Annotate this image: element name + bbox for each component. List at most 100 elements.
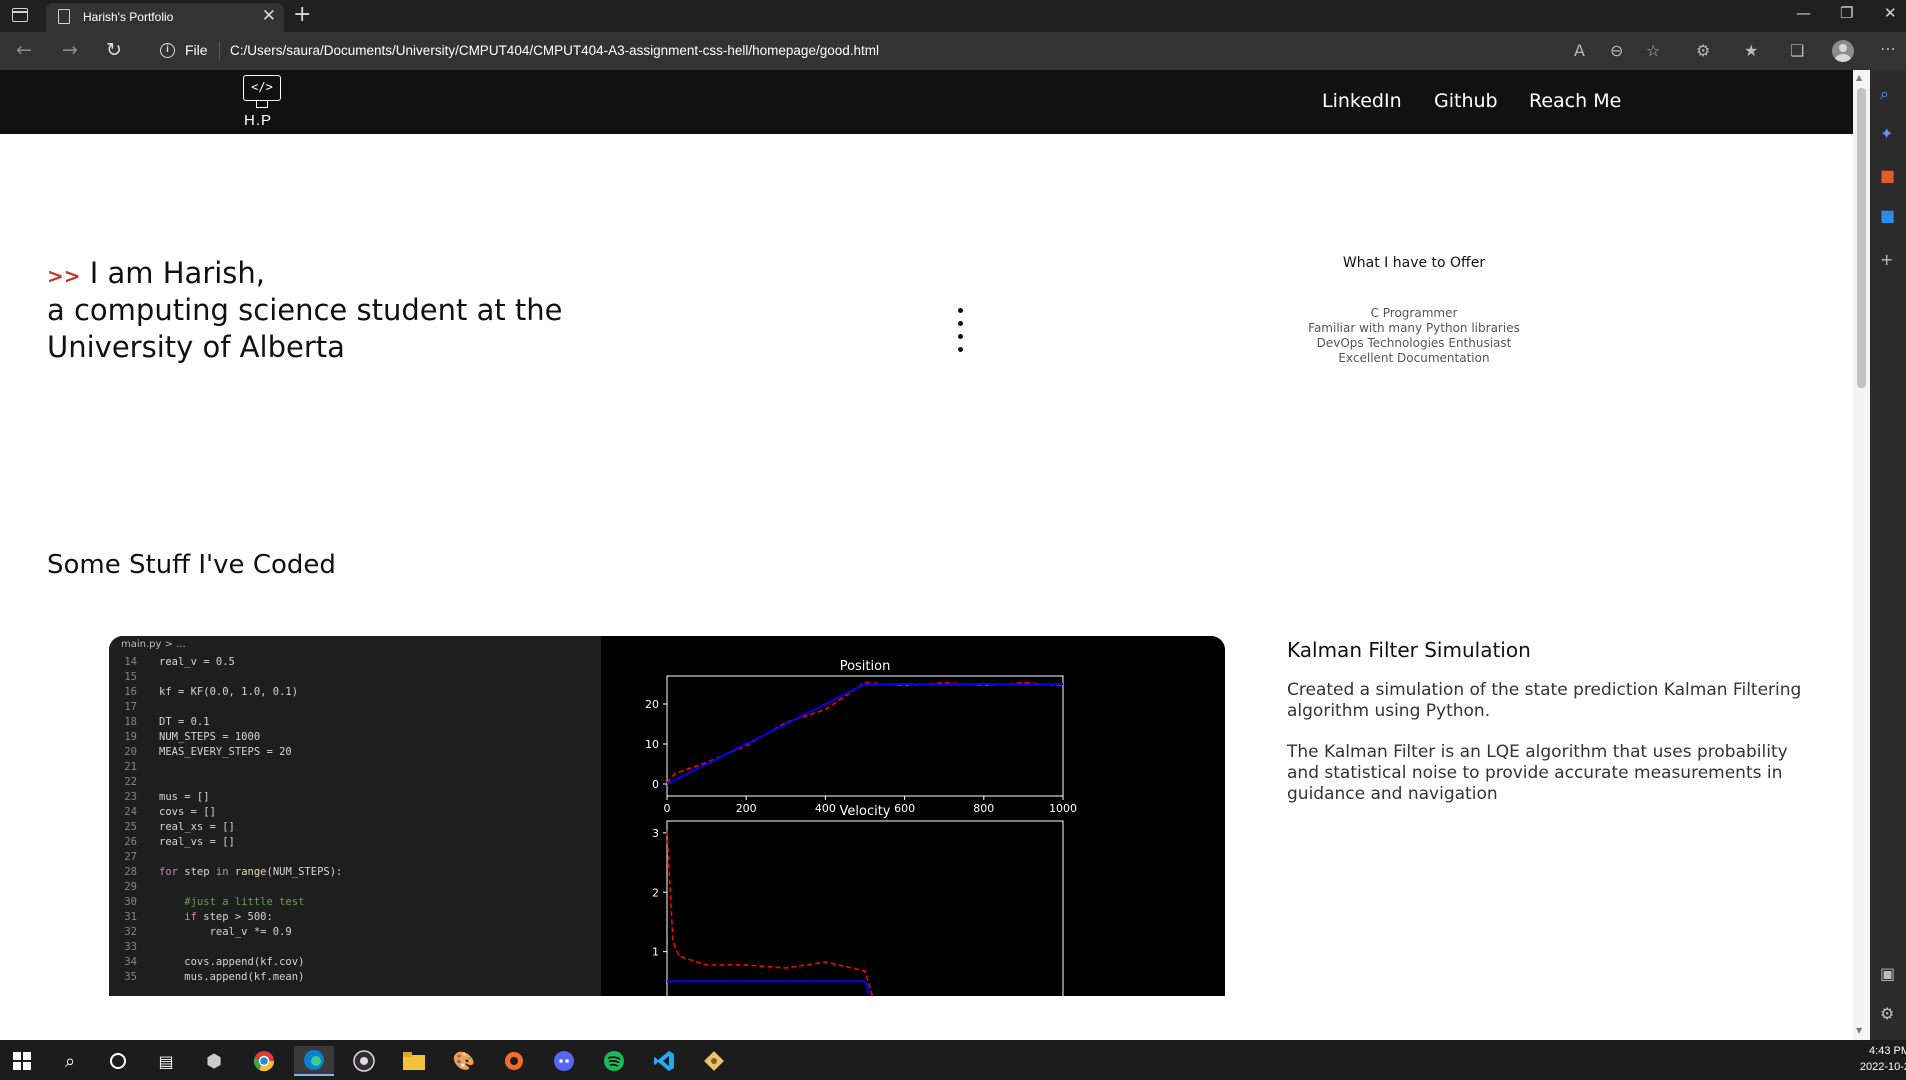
x-tick-label: 600: [894, 802, 915, 815]
code-line: 25 real_xs = []: [124, 821, 235, 833]
minimize-icon[interactable]: —: [1796, 4, 1811, 22]
code-file-tab: main.py > ...: [109, 636, 601, 654]
windows-taskbar: ⌕ ▤ ⬢ 🎨 4:43 PM 2022-10-2: [0, 1040, 1906, 1080]
page-scrollbar[interactable]: ▲ ▼: [1853, 70, 1870, 1040]
forward-icon[interactable]: →: [62, 39, 78, 61]
vertical-dots-divider: [958, 308, 964, 360]
series-line: [666, 681, 1064, 784]
code-line: 29: [124, 881, 137, 893]
y-tick-label: 2: [652, 886, 659, 899]
extensions-icon[interactable]: ⚙: [1696, 41, 1710, 60]
code-line: 26 real_vs = []: [124, 836, 235, 848]
back-icon[interactable]: ←: [16, 39, 32, 61]
outlook-icon[interactable]: ■: [1880, 208, 1895, 224]
paint-icon[interactable]: 🎨: [444, 1046, 484, 1076]
unity-hub-icon[interactable]: ⬢: [194, 1046, 234, 1076]
origin-icon[interactable]: [494, 1046, 534, 1076]
add-sidebar-app-icon[interactable]: +: [1880, 252, 1893, 268]
x-tick-label: 200: [736, 802, 757, 815]
scroll-thumb[interactable]: [1857, 88, 1866, 388]
collections-icon[interactable]: ❏: [1790, 41, 1804, 60]
address-bar: ← → ↻ i File C:/Users/saura/Documents/Un…: [0, 32, 1906, 70]
git-icon[interactable]: [694, 1046, 734, 1076]
read-aloud-icon[interactable]: A: [1574, 41, 1585, 60]
taskbar-clock[interactable]: 4:43 PM 2022-10-2: [1854, 1043, 1906, 1075]
code-line: 18 DT = 0.1: [124, 716, 210, 728]
new-tab-icon[interactable]: +: [293, 1, 311, 29]
file-label[interactable]: File: [185, 42, 208, 58]
x-tick-label: 0: [664, 802, 671, 815]
restore-icon[interactable]: ❐: [1840, 4, 1853, 22]
spotify-icon[interactable]: [594, 1046, 634, 1076]
office-icon[interactable]: ■: [1880, 168, 1895, 184]
clock-time: 4:43 PM: [1869, 1045, 1906, 1057]
profile-avatar[interactable]: [1832, 40, 1854, 62]
scroll-down-icon[interactable]: ▼: [1856, 1026, 1862, 1035]
dot: [958, 321, 963, 326]
file-explorer-icon[interactable]: [394, 1046, 434, 1076]
more-menu-icon[interactable]: ⋯: [1880, 39, 1896, 58]
offer-title: What I have to Offer: [1342, 255, 1486, 271]
refresh-icon[interactable]: ↻: [106, 39, 122, 61]
page-viewport: </> H.P LinkedIn Github Reach Me >> I am…: [0, 70, 1853, 1040]
code-line: 27: [124, 851, 137, 863]
clock-date: 2022-10-2: [1859, 1061, 1906, 1073]
offer-item: DevOps Technologies Enthusiast: [1316, 336, 1512, 350]
hero-line-1: >> I am Harish,: [47, 255, 265, 295]
y-tick-label: 0: [652, 778, 659, 791]
search-icon[interactable]: ⌕: [1880, 86, 1889, 102]
zoom-icon[interactable]: ⊖: [1610, 41, 1623, 60]
hero-greeting: I am Harish,: [89, 256, 266, 290]
sidebar-toggle-icon[interactable]: ▣: [1880, 966, 1895, 982]
windows-start-icon[interactable]: [2, 1046, 42, 1076]
plot-pane: Position0102002004006008001000Velocity01…: [601, 636, 1225, 996]
tab-actions-icon[interactable]: [12, 8, 28, 22]
cortana-icon[interactable]: [98, 1046, 138, 1076]
code-line: 30 #just a little test: [124, 896, 305, 908]
code-line: 19 NUM_STEPS = 1000: [124, 731, 261, 743]
edge-sidebar: ⌕ ✦ ■ ■ + ▣ ⚙: [1870, 70, 1906, 1040]
x-tick-label: 400: [815, 802, 836, 815]
close-tab-icon[interactable]: ✕: [262, 6, 276, 26]
code-logo-icon[interactable]: </>: [243, 75, 281, 101]
offer-item: Excellent Documentation: [1338, 351, 1490, 365]
code-line: 23 mus = []: [124, 791, 210, 803]
offer-item: Familiar with many Python libraries: [1308, 321, 1520, 335]
series-line: [666, 683, 1063, 785]
obs-icon[interactable]: [344, 1046, 384, 1076]
favorites-icon[interactable]: ★: [1744, 41, 1758, 60]
code-line: 16 kf = KF(0.0, 1.0, 0.1): [124, 686, 299, 698]
y-tick-label: 1: [652, 946, 659, 959]
discover-icon[interactable]: ✦: [1880, 126, 1893, 142]
nav-reach-me[interactable]: Reach Me: [1529, 90, 1621, 112]
edge-browser-icon[interactable]: [294, 1046, 334, 1076]
code-editor-pane: main.py > ... 14 real_v = 0.5 15 16 kf = KF(…: [109, 636, 601, 996]
hero-line-3: University of Alberta: [47, 330, 345, 364]
x-tick-label: 1000: [1049, 802, 1077, 815]
series-line: [666, 831, 874, 996]
tab-title: Harish's Portfolio: [83, 10, 174, 24]
vscode-icon[interactable]: [644, 1046, 684, 1076]
add-favorite-icon[interactable]: ☆: [1646, 41, 1660, 60]
task-view-icon[interactable]: ▤: [146, 1046, 186, 1076]
scroll-up-icon[interactable]: ▲: [1856, 73, 1862, 82]
url-divider: [219, 42, 220, 60]
url-input[interactable]: C:/Users/saura/Documents/University/CMPU…: [230, 43, 879, 58]
nav-github[interactable]: Github: [1434, 90, 1498, 112]
nav-linkedin[interactable]: LinkedIn: [1322, 90, 1402, 112]
y-tick-label: 10: [645, 738, 659, 751]
close-window-icon[interactable]: ✕: [1884, 4, 1897, 22]
settings-gear-icon[interactable]: ⚙: [1880, 1006, 1894, 1022]
project-title: Kalman Filter Simulation: [1287, 638, 1531, 662]
logo-text[interactable]: H.P: [244, 112, 272, 129]
browser-tab[interactable]: Harish's Portfolio ✕: [46, 3, 284, 32]
code-line: 17: [124, 701, 137, 713]
dot: [958, 334, 963, 339]
code-line: 34 covs.append(kf.cov): [124, 956, 305, 968]
site-header: </> H.P LinkedIn Github Reach Me: [0, 70, 1853, 134]
search-taskbar-icon[interactable]: ⌕: [50, 1046, 90, 1076]
browser-tab-bar: Harish's Portfolio ✕ + — ❐ ✕: [0, 0, 1906, 32]
site-info-icon[interactable]: i: [160, 43, 175, 58]
discord-icon[interactable]: [544, 1046, 584, 1076]
chrome-icon[interactable]: [244, 1046, 284, 1076]
